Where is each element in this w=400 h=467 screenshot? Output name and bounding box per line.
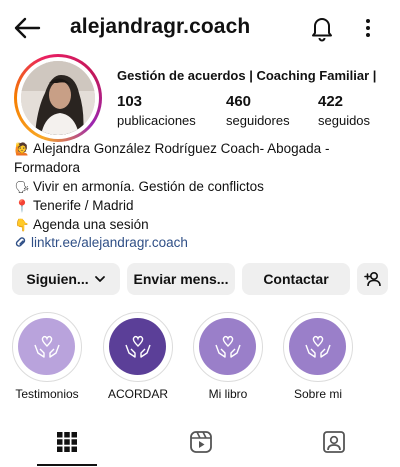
more-vertical-icon[interactable] (358, 14, 378, 42)
contact-button[interactable]: Contactar (242, 263, 350, 295)
suggested-users-button[interactable] (357, 263, 388, 295)
pointing-down-emoji: 👇 (14, 218, 30, 232)
profile-tabs (0, 422, 400, 467)
highlight-mi-libro[interactable] (193, 312, 263, 382)
highlight-label: Mi libro (208, 387, 248, 401)
speaking-head-emoji: 🗣 (14, 180, 30, 194)
link-icon (15, 237, 26, 247)
grid-icon[interactable] (55, 430, 79, 454)
message-button[interactable]: Enviar mens... (127, 263, 235, 295)
bio-line: 🙋 Alejandra González Rodríguez Coach- Abo… (14, 141, 330, 156)
profile-photo-image (21, 61, 95, 135)
raising-hand-emoji: 🙋 (14, 142, 30, 156)
heart-hands-icon (124, 335, 151, 358)
reels-icon[interactable] (189, 430, 213, 454)
chevron-down-icon (94, 276, 105, 282)
profile-category-line: Gestión de acuerdos | Coaching Familiar … (117, 68, 377, 83)
highlight-testimonios[interactable] (12, 312, 82, 382)
bio-line: 🗣 Vivir en armonía. Gestión de conflictos (14, 179, 264, 194)
profile-photo (21, 61, 95, 135)
following-label: seguidos (318, 113, 371, 128)
highlight-label: ACORDAR (107, 387, 168, 401)
highlight-label: Sobre mi (293, 387, 343, 401)
pin-emoji: 📍 (14, 199, 30, 213)
add-person-icon (363, 271, 381, 287)
posts-count[interactable]: 103 (117, 93, 142, 110)
tagged-icon[interactable] (322, 430, 346, 454)
heart-hands-icon (33, 335, 60, 358)
bio-line: Formadora (14, 160, 81, 175)
top-bar: alejandragr.coach (0, 0, 400, 56)
bio-line: 📍 Tenerife / Madrid (14, 198, 134, 213)
highlight-label: Testimonios (15, 387, 79, 401)
avatar[interactable] (14, 54, 102, 142)
heart-hands-icon (304, 335, 331, 358)
following-count[interactable]: 422 (318, 93, 343, 110)
heart-hands-icon (214, 335, 241, 358)
bio-link[interactable]: linktr.ee/alejandragr.coach (14, 235, 188, 250)
followers-label: seguidores (226, 113, 290, 128)
followers-count[interactable]: 460 (226, 93, 251, 110)
active-tab-indicator (37, 464, 97, 466)
profile-username: alejandragr.coach (70, 15, 251, 38)
highlight-acordar[interactable] (103, 312, 173, 382)
posts-label: publicaciones (117, 113, 196, 128)
highlight-sobre-mi[interactable] (283, 312, 353, 382)
bio-line: 👇 Agenda una sesión (14, 217, 149, 232)
arrow-left-icon[interactable] (12, 14, 42, 42)
following-button[interactable]: Siguien... (12, 263, 120, 295)
bell-icon[interactable] (309, 14, 335, 42)
